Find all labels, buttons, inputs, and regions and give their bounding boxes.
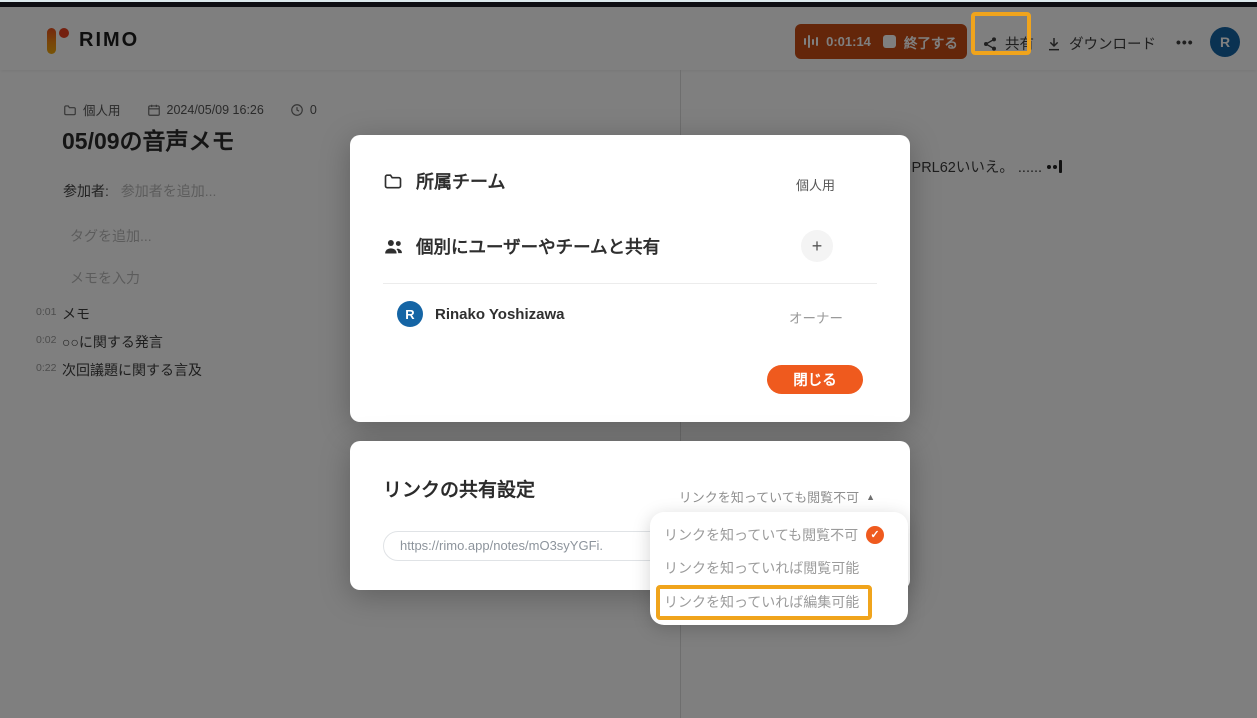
- share-modal: 所属チーム 個人用 個別にユーザーやチームと共有 + R Rinako Yosh…: [350, 135, 910, 422]
- team-section: 所属チーム: [383, 168, 505, 194]
- folder-icon: [383, 171, 403, 191]
- chevron-up-icon: ▲: [866, 492, 875, 502]
- selected-check-icon: ✓: [866, 526, 884, 544]
- add-user-button[interactable]: +: [801, 230, 833, 262]
- member-role[interactable]: オーナー: [789, 307, 843, 327]
- team-section-label: 所属チーム: [416, 168, 505, 194]
- member-name: Rinako Yoshizawa: [435, 306, 565, 323]
- individual-share-label: 個別にユーザーやチームと共有: [416, 234, 660, 259]
- member-avatar: R: [397, 301, 423, 327]
- window-top-edge: [0, 2, 1257, 7]
- app-window: RIMO 0:01:14 終了する 共有 ダウンロード ••• R: [0, 0, 1257, 718]
- permission-option-no-view[interactable]: リンクを知っていても閲覧不可 ✓: [650, 518, 908, 551]
- link-settings-title: リンクの共有設定: [383, 475, 535, 502]
- modal-divider: [383, 283, 877, 284]
- close-button[interactable]: 閉じる: [767, 365, 863, 394]
- individual-share-section: 個別にユーザーやチームと共有: [383, 234, 660, 259]
- permission-option-view[interactable]: リンクを知っていれば閲覧可能: [650, 552, 908, 585]
- permission-dropdown-trigger[interactable]: リンクを知っていても閲覧不可 ▲: [679, 487, 875, 506]
- team-value[interactable]: 個人用: [796, 175, 835, 194]
- permission-option-edit[interactable]: リンクを知っていれば編集可能: [650, 586, 908, 619]
- plus-icon: +: [812, 236, 823, 257]
- permission-selected-value: リンクを知っていても閲覧不可: [679, 487, 859, 506]
- people-icon: [383, 236, 404, 257]
- permission-dropdown-menu: リンクを知っていても閲覧不可 ✓ リンクを知っていれば閲覧可能 リンクを知ってい…: [650, 512, 908, 625]
